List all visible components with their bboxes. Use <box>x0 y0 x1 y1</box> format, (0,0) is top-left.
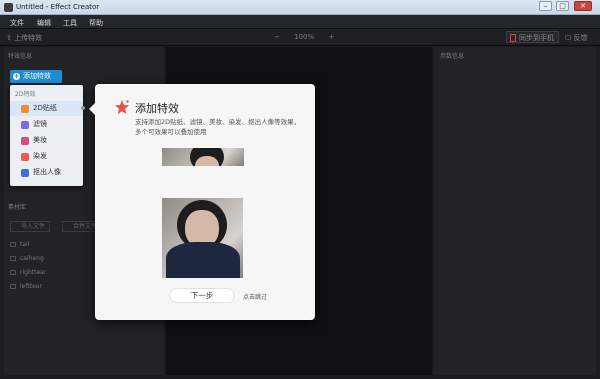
filter-icon <box>21 121 29 129</box>
menu-item-filter[interactable]: 滤镜 <box>10 117 83 132</box>
dialog-caret <box>89 103 95 115</box>
menu-edit[interactable]: 编辑 <box>37 18 51 28</box>
hair-dye-icon <box>21 153 29 161</box>
preview-photo-main <box>162 198 243 278</box>
folder-icon <box>10 242 16 247</box>
menu-item-portrait-cutout[interactable]: 抠出人像 <box>10 165 83 180</box>
folder-icon <box>10 256 16 261</box>
menu-item-label: 染发 <box>33 152 47 160</box>
menu-item-label: 美妆 <box>33 136 47 144</box>
app-icon <box>4 3 13 12</box>
skip-link[interactable]: 点击跳过 <box>243 292 267 301</box>
asset-label: righttear <box>20 269 47 276</box>
asset-item[interactable]: righttear <box>10 269 46 276</box>
menu-bar: 文件 编辑 工具 帮助 <box>0 15 600 29</box>
zoom-in-button[interactable]: + <box>328 33 334 41</box>
menu-header: 2D特效 <box>15 91 36 98</box>
params-header: 参数信息 <box>440 53 465 60</box>
folder-icon <box>10 270 16 275</box>
menu-item-2d-sticker[interactable]: 2D贴纸 <box>10 101 83 116</box>
effect-type-menu: 2D特效 2D贴纸 滤镜 美妆 染发 抠出人像 <box>10 85 83 186</box>
pointer-dot <box>81 106 85 110</box>
menu-item-label: 抠出人像 <box>33 168 61 176</box>
asset-item[interactable]: tail <box>10 241 29 248</box>
window-title: Untitled - Effect Creator <box>16 3 100 11</box>
effect-star-icon <box>115 100 129 114</box>
add-effect-button[interactable]: + 添加特效 <box>10 70 62 83</box>
portrait-cutout-icon <box>21 169 29 177</box>
right-panel: 参数信息 <box>434 47 596 375</box>
next-step-button[interactable]: 下一步 <box>169 288 235 303</box>
assets-header: 素材库 <box>8 204 27 211</box>
sweater-shape <box>166 242 240 278</box>
asset-label: tail <box>20 241 30 248</box>
preview-photo-top <box>162 148 244 166</box>
folder-icon <box>10 284 16 289</box>
makeup-icon <box>21 137 29 145</box>
asset-label: caiheng <box>20 255 44 262</box>
dialog-title: 添加特效 <box>135 102 179 115</box>
menu-item-label: 2D贴纸 <box>33 104 57 112</box>
toolbar: ⇪ 上传特效 − 100% + 同步到手机 ☐ 反馈 <box>0 29 600 46</box>
menu-help[interactable]: 帮助 <box>89 18 103 28</box>
menu-item-label: 滤镜 <box>33 120 47 128</box>
upload-effect-button[interactable]: ⇪ 上传特效 <box>6 33 42 43</box>
upload-label: 上传特效 <box>14 34 43 42</box>
menu-tools[interactable]: 工具 <box>63 18 77 28</box>
effects-header: 特效信息 <box>8 53 33 60</box>
import-file-button[interactable]: 导入文件 <box>10 221 51 232</box>
menu-file[interactable]: 文件 <box>10 18 24 28</box>
asset-label: lefttear <box>20 283 42 290</box>
maximize-button[interactable]: □ <box>556 1 569 11</box>
phone-icon <box>510 34 516 42</box>
close-button[interactable]: ✕ <box>574 1 592 11</box>
feedback-label: 反馈 <box>573 34 588 42</box>
title-bar: Untitled - Effect Creator – □ ✕ <box>0 0 600 15</box>
menu-item-hair-dye[interactable]: 染发 <box>10 149 83 164</box>
sync-to-phone-button[interactable]: 同步到手机 <box>506 31 559 43</box>
zoom-value: 100% <box>294 33 315 41</box>
asset-item[interactable]: caiheng <box>10 255 44 262</box>
add-effect-guide-dialog: 添加特效 支持添加2D贴纸、滤镜、美妆、染发、抠出人像等效果，多个可效果可以叠加… <box>89 84 315 320</box>
sync-label: 同步到手机 <box>519 34 554 42</box>
dialog-description: 支持添加2D贴纸、滤镜、美妆、染发、抠出人像等效果，多个可效果可以叠加使用 <box>135 118 301 136</box>
zoom-out-button[interactable]: − <box>274 33 280 41</box>
add-effect-label: 添加特效 <box>23 72 51 80</box>
feedback-button[interactable]: ☐ 反馈 <box>565 33 588 43</box>
zoom-control: − 100% + <box>268 33 340 41</box>
minimize-button[interactable]: – <box>539 1 552 11</box>
asset-item[interactable]: lefttear <box>10 283 42 290</box>
sticker-icon <box>21 105 29 113</box>
plus-icon: + <box>13 72 20 80</box>
menu-item-makeup[interactable]: 美妆 <box>10 133 83 148</box>
